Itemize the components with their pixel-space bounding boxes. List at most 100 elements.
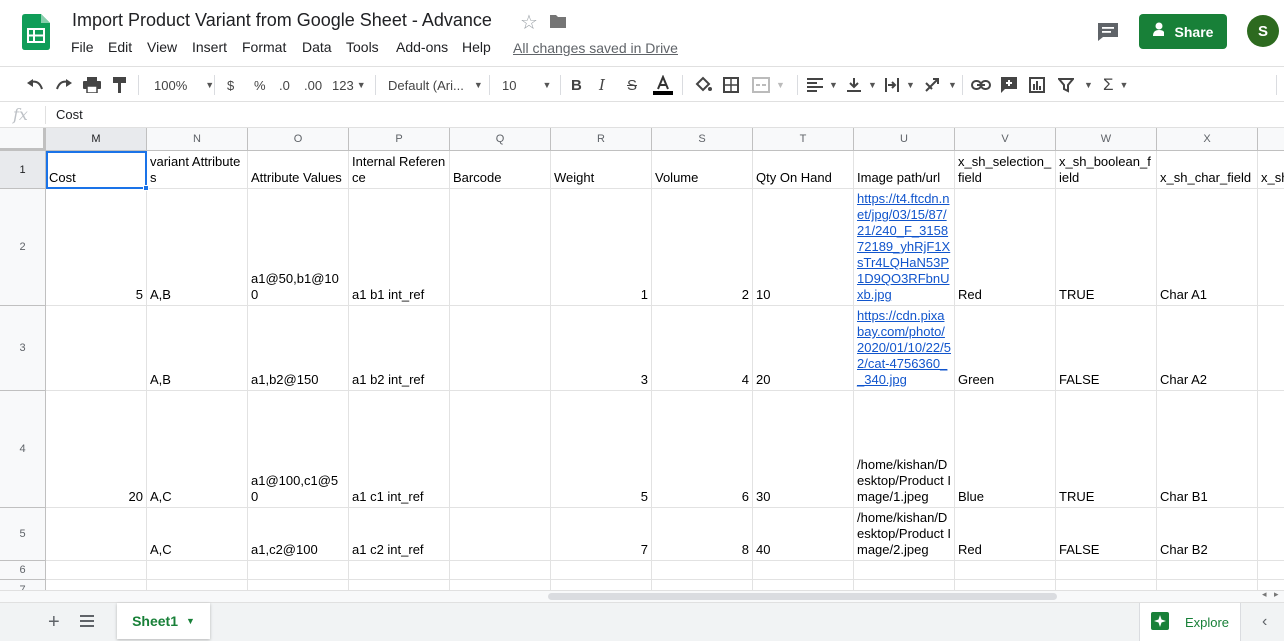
cell[interactable]: A,C xyxy=(147,391,248,508)
cell[interactable]: 5 xyxy=(46,189,147,306)
cell[interactable]: a1 c1 int_ref xyxy=(349,391,450,508)
cell[interactable]: A,B xyxy=(147,306,248,391)
cell[interactable]: /home/kishan/Desktop/Product Image/1.jpe… xyxy=(854,391,955,508)
cell[interactable] xyxy=(1258,561,1284,580)
cell[interactable]: Char A1 xyxy=(1157,189,1258,306)
menu-file[interactable]: File xyxy=(71,39,94,55)
cell[interactable] xyxy=(1157,580,1258,590)
cell[interactable] xyxy=(46,580,147,590)
account-avatar[interactable]: S xyxy=(1247,15,1279,47)
merge-cells-icon[interactable]: ▼ xyxy=(752,74,785,96)
cell[interactable]: a1,b2@150 xyxy=(248,306,349,391)
cell[interactable]: a1 b1 int_ref xyxy=(349,189,450,306)
cell[interactable] xyxy=(652,561,753,580)
cell[interactable] xyxy=(450,306,551,391)
cell[interactable] xyxy=(1258,508,1284,561)
cell[interactable]: 3 xyxy=(551,306,652,391)
cell[interactable]: FALSE xyxy=(1056,306,1157,391)
text-color-icon[interactable] xyxy=(653,74,673,96)
cell[interactable]: a1,c2@100 xyxy=(248,508,349,561)
cell[interactable] xyxy=(551,580,652,590)
cell[interactable] xyxy=(46,561,147,580)
cell[interactable]: 4 xyxy=(652,306,753,391)
cell[interactable] xyxy=(450,189,551,306)
cell[interactable] xyxy=(46,306,147,391)
cell[interactable]: x_sh_selection_field xyxy=(955,151,1056,189)
cell[interactable]: variant Attributes xyxy=(147,151,248,189)
column-header-partial[interactable] xyxy=(1258,128,1284,151)
row-header-2[interactable]: 2 xyxy=(0,189,46,306)
cell[interactable] xyxy=(1258,189,1284,306)
insert-link-icon[interactable] xyxy=(971,74,991,96)
cell[interactable]: Red xyxy=(955,508,1056,561)
cell[interactable] xyxy=(753,561,854,580)
cell[interactable] xyxy=(1056,561,1157,580)
cell[interactable] xyxy=(753,580,854,590)
row-header-6[interactable]: 6 xyxy=(0,561,46,580)
cell[interactable]: TRUE xyxy=(1056,189,1157,306)
font-family-select[interactable]: Default (Ari... ▼ xyxy=(388,74,483,96)
column-header-m[interactable]: M xyxy=(46,128,147,151)
cell[interactable] xyxy=(349,561,450,580)
borders-icon[interactable] xyxy=(723,74,739,96)
cell[interactable]: Blue xyxy=(955,391,1056,508)
paint-format-icon[interactable] xyxy=(112,74,128,96)
menu-edit[interactable]: Edit xyxy=(108,39,132,55)
menu-view[interactable]: View xyxy=(147,39,177,55)
cell[interactable] xyxy=(46,508,147,561)
cell[interactable] xyxy=(1258,306,1284,391)
menu-data[interactable]: Data xyxy=(302,39,332,55)
cell[interactable] xyxy=(1056,580,1157,590)
cell[interactable]: Volume xyxy=(652,151,753,189)
menu-addons[interactable]: Add-ons xyxy=(396,39,448,55)
text-wrapping-icon[interactable]: ▼ xyxy=(884,74,915,96)
cell[interactable] xyxy=(652,580,753,590)
cell[interactable] xyxy=(955,580,1056,590)
comment-icon[interactable] xyxy=(1097,22,1119,42)
cell[interactable] xyxy=(450,508,551,561)
row-header-5[interactable]: 5 xyxy=(0,508,46,561)
column-header-n[interactable]: N xyxy=(147,128,248,151)
cell[interactable]: Image path/url xyxy=(854,151,955,189)
cell[interactable]: x_sh_boolean_field xyxy=(1056,151,1157,189)
filter-icon[interactable]: ▼ xyxy=(1058,74,1093,96)
insert-comment-icon[interactable] xyxy=(1000,74,1018,96)
functions-icon[interactable]: Σ ▼ xyxy=(1103,74,1128,96)
cell[interactable] xyxy=(248,561,349,580)
cell[interactable] xyxy=(551,561,652,580)
row-header-3[interactable]: 3 xyxy=(0,306,46,391)
row-header-1[interactable]: 1 xyxy=(0,151,46,189)
redo-icon[interactable] xyxy=(55,74,73,96)
format-currency-button[interactable]: $ xyxy=(227,74,234,96)
save-status-link[interactable]: All changes saved in Drive xyxy=(513,40,678,56)
menu-insert[interactable]: Insert xyxy=(192,39,227,55)
text-rotation-icon[interactable]: ▼ xyxy=(924,74,957,96)
cell[interactable]: Barcode xyxy=(450,151,551,189)
cell[interactable] xyxy=(147,561,248,580)
cell[interactable]: 20 xyxy=(753,306,854,391)
cell[interactable]: Qty On Hand xyxy=(753,151,854,189)
cell[interactable] xyxy=(1258,391,1284,508)
side-panel-toggle-icon[interactable]: ‹ xyxy=(1262,613,1267,631)
cell[interactable]: 20 xyxy=(46,391,147,508)
print-icon[interactable] xyxy=(83,74,101,96)
strikethrough-icon[interactable]: S xyxy=(627,74,637,96)
cell[interactable]: 6 xyxy=(652,391,753,508)
bold-icon[interactable]: B xyxy=(571,74,582,96)
cell[interactable]: 1 xyxy=(551,189,652,306)
explore-button[interactable]: Explore xyxy=(1139,603,1241,641)
add-sheet-icon[interactable]: + xyxy=(48,611,60,634)
column-header-s[interactable]: S xyxy=(652,128,753,151)
vertical-align-icon[interactable]: ▼ xyxy=(846,74,877,96)
folder-icon[interactable] xyxy=(549,13,567,29)
scroll-right-icon[interactable]: ▸ xyxy=(1274,589,1279,600)
cell[interactable] xyxy=(854,580,955,590)
cell[interactable]: a1@100,c1@50 xyxy=(248,391,349,508)
cell[interactable]: /home/kishan/Desktop/Product Image/2.jpe… xyxy=(854,508,955,561)
italic-icon[interactable]: I xyxy=(599,74,605,96)
decrease-decimal-button[interactable]: .0 xyxy=(279,74,290,96)
cell[interactable]: 30 xyxy=(753,391,854,508)
formula-input[interactable]: Cost xyxy=(56,107,83,122)
cell[interactable]: Char B1 xyxy=(1157,391,1258,508)
all-sheets-menu-icon[interactable] xyxy=(80,614,94,627)
